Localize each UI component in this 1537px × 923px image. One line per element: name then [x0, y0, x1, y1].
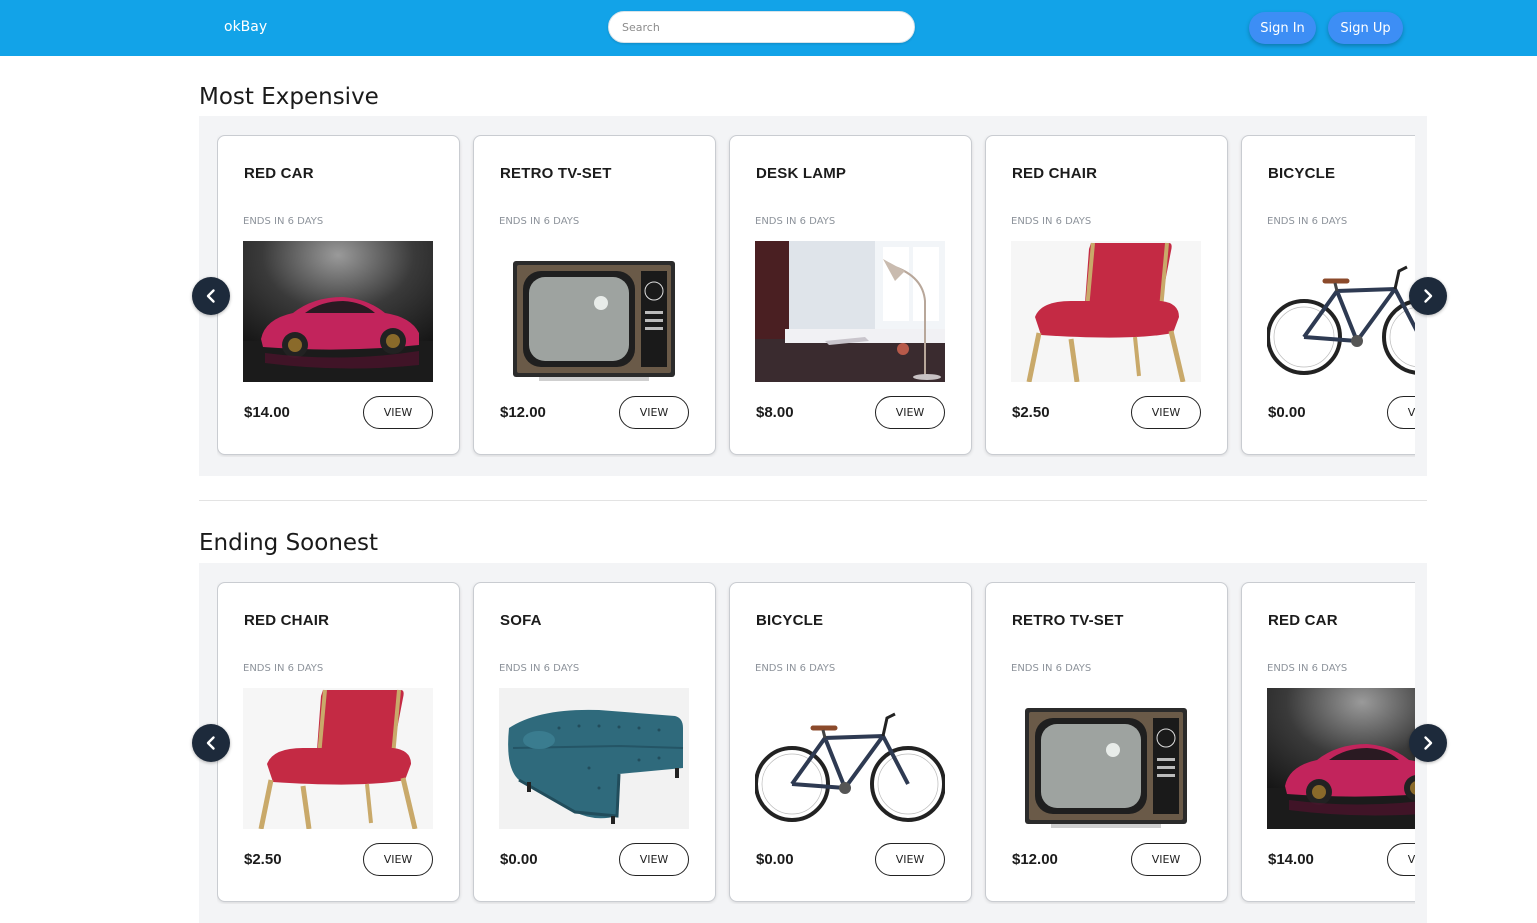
view-button[interactable]: VIEW: [875, 396, 945, 429]
chevron-left-icon: [206, 736, 215, 750]
auction-ends-label: ENDS IN 6 DAYS: [1011, 216, 1092, 227]
product-card[interactable]: SOFA ENDS IN 6 DAYS $0.00 VIEW: [473, 582, 716, 902]
product-title: RED CHAIR: [244, 612, 330, 629]
view-button[interactable]: VIEW: [619, 843, 689, 876]
product-title: BICYCLE: [756, 612, 824, 629]
product-card[interactable]: RED CHAIR ENDS IN 6 DAYS $2.50 VIEW: [217, 582, 460, 902]
product-price: $14.00: [244, 404, 290, 421]
product-price: $2.50: [1012, 404, 1050, 421]
product-card[interactable]: RETRO TV-SET ENDS IN 6 DAYS $12.00 VIEW: [473, 135, 716, 455]
top-navbar: okBay Sign In Sign Up: [0, 0, 1537, 56]
carousel-next-button[interactable]: [1409, 277, 1447, 315]
carousel-viewport: RED CHAIR ENDS IN 6 DAYS $2.50 VIEW SOFA END…: [217, 582, 1415, 904]
auction-ends-label: ENDS IN 6 DAYS: [499, 663, 580, 674]
product-title: RED CHAIR: [1012, 165, 1098, 182]
product-title: SOFA: [500, 612, 542, 629]
section-title-most-expensive: Most Expensive: [199, 84, 379, 110]
product-image-sofa[interactable]: [499, 688, 689, 829]
sign-up-button[interactable]: Sign Up: [1328, 12, 1403, 44]
section-title-ending-soonest: Ending Soonest: [199, 530, 379, 556]
auction-ends-label: ENDS IN 6 DAYS: [1267, 663, 1348, 674]
product-title: RETRO TV-SET: [500, 165, 612, 182]
product-card[interactable]: RED CAR ENDS IN 6 DAYS $14.00 VIEW: [217, 135, 460, 455]
chevron-right-icon: [1424, 736, 1433, 750]
carousel-track: RED CHAIR ENDS IN 6 DAYS $2.50 VIEW SOFA END…: [217, 582, 1415, 904]
product-price: $8.00: [756, 404, 794, 421]
product-price: $0.00: [500, 851, 538, 868]
product-title: RETRO TV-SET: [1012, 612, 1124, 629]
brand-logo[interactable]: okBay: [224, 19, 267, 35]
product-image-tv[interactable]: [1011, 688, 1201, 829]
product-price: $12.00: [500, 404, 546, 421]
auction-ends-label: ENDS IN 6 DAYS: [755, 216, 836, 227]
carousel-next-button[interactable]: [1409, 724, 1447, 762]
product-image-chair[interactable]: [1011, 241, 1201, 382]
auction-ends-label: ENDS IN 6 DAYS: [755, 663, 836, 674]
view-button[interactable]: VIEW: [363, 843, 433, 876]
auction-ends-label: ENDS IN 6 DAYS: [243, 216, 324, 227]
carousel-track: RED CAR ENDS IN 6 DAYS $14.00 VIEW RETRO TV…: [217, 135, 1415, 457]
auction-ends-label: ENDS IN 6 DAYS: [1011, 663, 1092, 674]
view-button[interactable]: VIEW: [875, 843, 945, 876]
chevron-right-icon: [1424, 289, 1433, 303]
view-button[interactable]: VIEW: [363, 396, 433, 429]
product-image-bicycle[interactable]: [1267, 241, 1415, 382]
carousel-viewport: RED CAR ENDS IN 6 DAYS $14.00 VIEW RETRO TV…: [217, 135, 1415, 457]
product-card[interactable]: RETRO TV-SET ENDS IN 6 DAYS $12.00 VIEW: [985, 582, 1228, 902]
product-title: DESK LAMP: [756, 165, 847, 182]
product-image-bicycle[interactable]: [755, 688, 945, 829]
product-title: RED CAR: [244, 165, 314, 182]
product-image-car[interactable]: [1267, 688, 1415, 829]
view-button[interactable]: VIEW: [1131, 396, 1201, 429]
view-button[interactable]: VIEW: [1131, 843, 1201, 876]
product-price: $14.00: [1268, 851, 1314, 868]
sign-in-button[interactable]: Sign In: [1249, 12, 1316, 44]
view-button[interactable]: VIEW: [1387, 843, 1415, 876]
view-button[interactable]: VIEW: [619, 396, 689, 429]
product-title: BICYCLE: [1268, 165, 1336, 182]
carousel-most-expensive: RED CAR ENDS IN 6 DAYS $14.00 VIEW RETRO TV…: [199, 116, 1427, 476]
auction-ends-label: ENDS IN 6 DAYS: [243, 663, 324, 674]
search-input[interactable]: [608, 11, 915, 43]
auction-ends-label: ENDS IN 6 DAYS: [499, 216, 580, 227]
product-card[interactable]: RED CHAIR ENDS IN 6 DAYS $2.50 VIEW: [985, 135, 1228, 455]
carousel-prev-button[interactable]: [192, 724, 230, 762]
chevron-left-icon: [206, 289, 215, 303]
carousel-ending-soonest: RED CHAIR ENDS IN 6 DAYS $2.50 VIEW SOFA END…: [199, 563, 1427, 923]
product-price: $12.00: [1012, 851, 1058, 868]
product-image-tv[interactable]: [499, 241, 689, 382]
view-button[interactable]: VIEW: [1387, 396, 1415, 429]
product-card[interactable]: DESK LAMP ENDS IN 6 DAYS $8.00 VIEW: [729, 135, 972, 455]
product-image-car[interactable]: [243, 241, 433, 382]
product-price: $2.50: [244, 851, 282, 868]
product-card[interactable]: BICYCLE ENDS IN 6 DAYS $0.00 VIEW: [729, 582, 972, 902]
product-price: $0.00: [1268, 404, 1306, 421]
product-image-chair[interactable]: [243, 688, 433, 829]
product-card[interactable]: RED CAR ENDS IN 6 DAYS $14.00 VIEW: [1241, 582, 1415, 902]
product-price: $0.00: [756, 851, 794, 868]
product-card[interactable]: BICYCLE ENDS IN 6 DAYS $0.00 VIEW: [1241, 135, 1415, 455]
carousel-prev-button[interactable]: [192, 277, 230, 315]
product-title: RED CAR: [1268, 612, 1338, 629]
product-image-lamp[interactable]: [755, 241, 945, 382]
section-divider: [199, 500, 1427, 501]
auction-ends-label: ENDS IN 6 DAYS: [1267, 216, 1348, 227]
